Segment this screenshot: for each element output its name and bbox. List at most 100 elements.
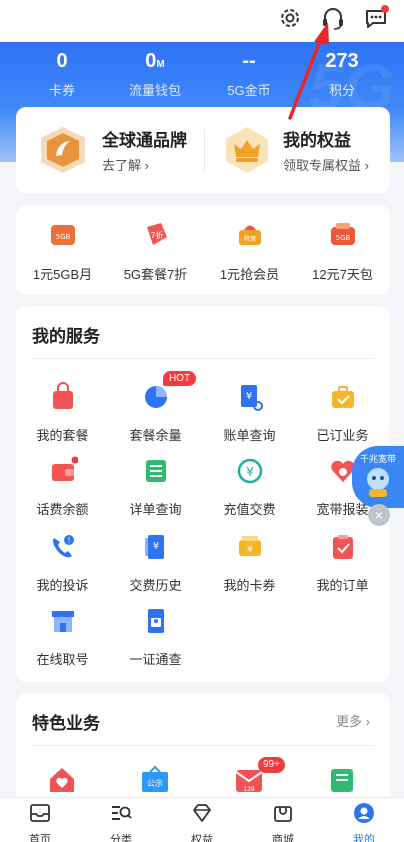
service-label: 交费历史 (129, 578, 182, 593)
stat-data-wallet[interactable]: 0M 流量钱包 (110, 48, 200, 99)
service-label: 账单查询 (223, 428, 276, 443)
service-label: 套餐余量 (129, 428, 182, 443)
tab-label: 首页 (29, 834, 51, 842)
stat-coupons[interactable]: 0 卡券 (17, 48, 107, 99)
document-icon[interactable] (327, 764, 357, 794)
service-plan-balance[interactable]: 套餐余量 (109, 382, 202, 444)
svg-text:5GB: 5GB (335, 234, 350, 242)
promo-item[interactable]: 5GB 12元7天包 (296, 219, 389, 283)
more-link[interactable]: 更多 › (336, 711, 370, 730)
featured-services-card: 特色业务 更多 › (16, 693, 390, 813)
bill-icon: ¥ (240, 385, 263, 411)
service-my-orders[interactable]: 我的订单 (296, 532, 389, 594)
brand-subtitle: 去了解 (102, 158, 142, 173)
home-heart-icon[interactable] (47, 764, 77, 794)
service-payment-history[interactable]: ¥ 交费历史 (109, 532, 202, 594)
tab-label: 分类 (110, 834, 132, 842)
tab-rights[interactable]: 权益 (162, 802, 242, 842)
rights-subtitle: 领取专属权益 (283, 158, 362, 173)
chevron-right-icon: › (364, 158, 369, 173)
service-my-plan[interactable]: 我的套餐 (16, 382, 109, 444)
promo-card: 5GB 1元5GB月 7折 5G套餐7折 特惠 1元抢会员 5GB 12元7天包 (16, 205, 390, 295)
data-pack-icon: 5GB (50, 225, 75, 245)
service-complaint[interactable]: ! 我的投诉 (16, 532, 109, 594)
top-bar (0, 0, 404, 42)
complaint-phone-icon: ! (52, 535, 74, 558)
stat-points[interactable]: 273 积分 (297, 48, 387, 99)
float-ad-text: 千兆宽带 (359, 454, 396, 464)
mascot-icon (367, 468, 389, 497)
payment-history-icon: ¥ (144, 535, 164, 559)
promo-item[interactable]: 特惠 1元抢会员 (203, 219, 296, 283)
rights-title: 我的权益 (283, 131, 351, 150)
data-pack-icon: 5GB (330, 223, 355, 245)
crown-icon (226, 127, 268, 173)
recharge-icon: ¥ (237, 458, 262, 484)
tab-home[interactable]: 首页 (0, 802, 80, 842)
notice-icon[interactable]: 公示 (140, 764, 170, 794)
svg-text:¥: ¥ (246, 465, 254, 479)
chevron-right-icon: › (365, 714, 370, 729)
pie-chart-icon (144, 386, 167, 408)
service-detail-query[interactable]: 详单查询 (109, 456, 202, 518)
diamond-icon (193, 804, 211, 822)
stat-value: -- (242, 50, 256, 72)
svg-text:¥: ¥ (152, 541, 158, 552)
tab-label: 商城 (272, 834, 294, 842)
section-title: 我的服务 (32, 327, 100, 346)
svg-text:5GB: 5GB (55, 233, 70, 241)
svg-text:139: 139 (243, 786, 255, 793)
service-recharge[interactable]: ¥ 充值交费 (203, 456, 296, 518)
stat-5g-coins[interactable]: -- 5G金币 (204, 48, 294, 99)
stat-label: 积分 (328, 83, 355, 98)
my-services-card: 我的服务 我的套餐 套餐余量 ¥ 账单查询 已订业务 话费余额 详单查询 ¥ 充… (16, 306, 390, 682)
tab-category[interactable]: 分类 (81, 802, 161, 842)
id-check-icon (147, 609, 164, 633)
count-badge: 99+ (258, 757, 285, 773)
tab-label: 我的 (353, 834, 375, 842)
service-my-coupons[interactable]: ¥ 我的卡券 (203, 532, 296, 594)
order-icon (332, 535, 353, 559)
section-title: 特色业务 (32, 714, 100, 733)
service-label: 在线取号 (36, 652, 89, 667)
category-search-icon (112, 806, 132, 820)
member-gift-icon: 特惠 (238, 225, 261, 245)
gigabit-broadband-float-ad[interactable]: 千兆宽带 (352, 446, 404, 508)
promo-item[interactable]: 7折 5G套餐7折 (109, 219, 202, 283)
headset-icon[interactable] (318, 3, 348, 33)
promo-label: 12元7天包 (312, 267, 373, 282)
service-id-check[interactable]: 一证通查 (109, 606, 202, 668)
service-online-queue[interactable]: 在线取号 (16, 606, 109, 668)
stat-value: 0 (145, 50, 157, 72)
promo-item[interactable]: 5GB 1元5GB月 (16, 219, 109, 283)
promo-label: 1元5GB月 (32, 267, 93, 282)
stat-label: 流量钱包 (128, 83, 181, 98)
list-icon (145, 460, 166, 482)
tab-mine[interactable]: 我的 (324, 802, 404, 842)
close-icon[interactable]: × (368, 504, 390, 526)
service-label: 一证通查 (129, 652, 182, 667)
service-subscribed[interactable]: 已订业务 (296, 382, 389, 444)
stat-value: 273 (325, 50, 359, 72)
promo-label: 1元抢会员 (219, 267, 280, 282)
service-label: 我的卡券 (223, 578, 276, 593)
service-phone-balance[interactable]: 话费余额 (16, 456, 109, 518)
service-label: 充值交费 (223, 502, 276, 517)
service-label: 详单查询 (129, 502, 182, 517)
service-bill-query[interactable]: ¥ 账单查询 (203, 382, 296, 444)
chevron-right-icon: › (144, 158, 149, 173)
stat-unit: M (156, 59, 165, 70)
hot-badge: HOT (163, 371, 197, 386)
coupon-icon: ¥ (238, 536, 261, 556)
my-rights-link[interactable]: 我的权益 领取专属权益 › (221, 121, 369, 179)
global-brand-link[interactable]: 全球通品牌 去了解 › (34, 121, 187, 179)
tab-shop[interactable]: 商城 (243, 802, 323, 842)
gear-icon[interactable] (275, 3, 305, 33)
stat-label: 卡券 (48, 83, 75, 98)
bag-icon (52, 382, 73, 409)
briefcase-icon (331, 386, 354, 408)
profile-icon (354, 803, 374, 823)
more-label: 更多 (336, 714, 363, 729)
stat-label: 5G金币 (227, 83, 271, 98)
service-label: 我的套餐 (36, 428, 89, 443)
